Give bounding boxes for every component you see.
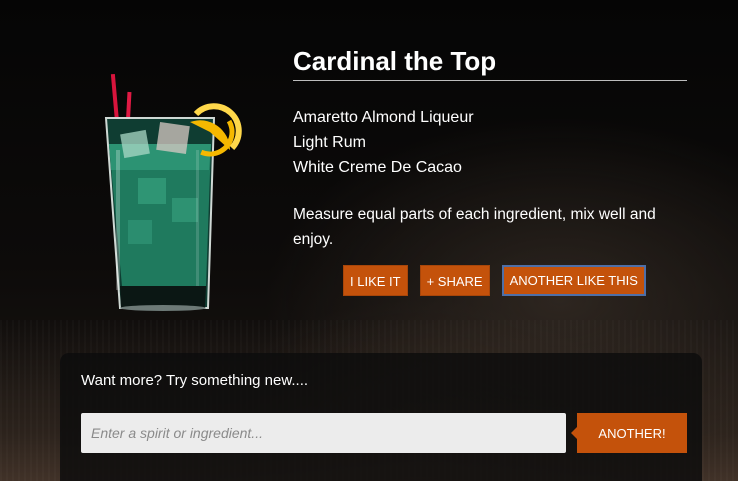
like-button[interactable]: I LIKE IT (343, 265, 408, 296)
search-input[interactable] (81, 413, 566, 453)
another-like-this-button[interactable]: ANOTHER LIKE THIS (501, 265, 646, 296)
ingredient-item: White Creme De Cacao (293, 159, 462, 176)
another-button[interactable]: ANOTHER! (571, 413, 687, 453)
recipe-card: Cardinal the Top Amaretto Almond Liqueur… (293, 44, 687, 252)
ingredient-item: Amaretto Almond Liqueur (293, 109, 474, 126)
search-prompt: Want more? Try something new.... (81, 372, 309, 389)
cocktail-glass-icon (92, 70, 252, 320)
ingredient-list: Amaretto Almond Liqueur Light Rum White … (293, 105, 687, 180)
action-bar: I LIKE IT + SHARE ANOTHER LIKE THIS (343, 265, 646, 296)
drink-title: Cardinal the Top (293, 44, 687, 81)
share-button[interactable]: + SHARE (419, 265, 490, 296)
ingredient-item: Light Rum (293, 134, 366, 151)
drink-instructions: Measure equal parts of each ingredient, … (293, 206, 656, 248)
